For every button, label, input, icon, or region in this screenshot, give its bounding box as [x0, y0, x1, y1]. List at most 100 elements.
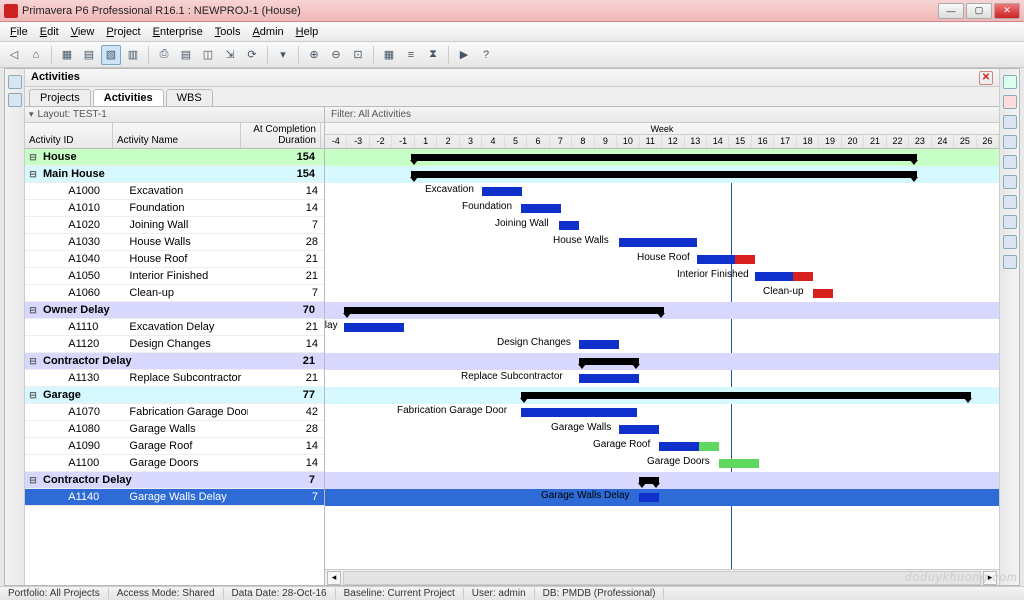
tab-wbs[interactable]: WBS	[166, 89, 213, 106]
report-icon[interactable]: ▤	[176, 45, 196, 65]
menu-help[interactable]: Help	[290, 24, 325, 40]
scroll-track[interactable]	[343, 571, 981, 585]
tab-activities[interactable]: Activities	[93, 89, 164, 106]
menu-admin[interactable]: Admin	[246, 24, 289, 40]
activity-row[interactable]: A1010Foundation14	[25, 200, 324, 217]
col-activity-name[interactable]: Activity Name	[113, 123, 241, 148]
timescale-header[interactable]: Week -4-3-2-1123456789101112131415161718…	[325, 123, 999, 149]
collapse-icon[interactable]: ⊟	[25, 475, 41, 486]
menu-edit[interactable]: Edit	[34, 24, 65, 40]
activity-row[interactable]: A1140Garage Walls Delay7	[25, 489, 324, 506]
collapse-icon[interactable]: ⊟	[25, 152, 41, 163]
activity-bar[interactable]	[579, 340, 619, 349]
delete-icon[interactable]	[1003, 95, 1017, 109]
activity-bar-secondary[interactable]	[793, 272, 813, 281]
collapse-icon[interactable]: ⊟	[25, 169, 41, 180]
menu-view[interactable]: View	[65, 24, 101, 40]
activity-row[interactable]: A1120Design Changes14	[25, 336, 324, 353]
gantt-row[interactable]: Garage Walls	[325, 421, 999, 438]
gantt-row[interactable]	[325, 353, 999, 370]
gantt-row[interactable]	[325, 149, 999, 166]
back-icon[interactable]: ◁	[4, 45, 24, 65]
gantt-row[interactable]: Foundation	[325, 200, 999, 217]
menu-tools[interactable]: Tools	[209, 24, 247, 40]
summary-bar[interactable]	[344, 307, 664, 314]
zoom-out-icon[interactable]: ⊖	[326, 45, 346, 65]
move-up-icon[interactable]	[1003, 235, 1017, 249]
activity-row[interactable]: A1050Interior Finished21	[25, 268, 324, 285]
activity-row[interactable]: A1080Garage Walls28	[25, 421, 324, 438]
activity-row[interactable]: A1000Excavation14	[25, 183, 324, 200]
filter-icon[interactable]: ▾	[273, 45, 293, 65]
codes-icon[interactable]	[1003, 195, 1017, 209]
activity-bar[interactable]	[813, 289, 833, 298]
gantt-row[interactable]	[325, 472, 999, 489]
zoom-in-icon[interactable]: ⊕	[304, 45, 324, 65]
layout-bar[interactable]: ▾ Layout: TEST-1	[25, 107, 324, 123]
schedule-icon[interactable]: ▶	[454, 45, 474, 65]
activity-row[interactable]: A1060Clean-up7	[25, 285, 324, 302]
print-icon[interactable]: ⎙	[154, 45, 174, 65]
progress-icon[interactable]: ⧗	[423, 45, 443, 65]
wbs-row[interactable]: ⊟Main House154	[25, 166, 324, 183]
gantt-row[interactable]: Replace Subcontractor	[325, 370, 999, 387]
gantt-icon[interactable]: ▧	[101, 45, 121, 65]
steps-icon[interactable]	[1003, 215, 1017, 229]
minimize-button[interactable]: —	[938, 3, 964, 19]
collapse-icon[interactable]: ⊟	[25, 305, 41, 316]
scroll-left-icon[interactable]: ◂	[327, 571, 341, 585]
activity-bar[interactable]	[619, 425, 659, 434]
move-down-icon[interactable]	[1003, 255, 1017, 269]
gantt-row[interactable]	[325, 302, 999, 319]
gantt-row[interactable]: Joining Wall	[325, 217, 999, 234]
cut-icon[interactable]	[1003, 115, 1017, 129]
columns-icon[interactable]: ▥	[123, 45, 143, 65]
table-header[interactable]: Activity ID Activity Name At Completion …	[25, 123, 324, 149]
activity-row[interactable]: A1110Excavation Delay21	[25, 319, 324, 336]
tab-projects[interactable]: Projects	[29, 89, 91, 106]
wbs-row[interactable]: ⊟Contractor Delay7	[25, 472, 324, 489]
refresh-icon[interactable]: ⟳	[242, 45, 262, 65]
gantt-row[interactable]: Design Changes	[325, 336, 999, 353]
activity-bar[interactable]	[482, 187, 522, 196]
summary-bar[interactable]	[521, 392, 971, 399]
add-icon[interactable]	[1003, 75, 1017, 89]
gantt-row[interactable]: House Roof	[325, 251, 999, 268]
gantt-row[interactable]: avation Delay	[325, 319, 999, 336]
copy-icon[interactable]	[1003, 135, 1017, 149]
paste-icon[interactable]	[1003, 155, 1017, 169]
filter-bar[interactable]: Filter: All Activities	[325, 107, 999, 123]
horizontal-scrollbar[interactable]: ◂ ▸	[325, 569, 999, 585]
view-icon[interactable]: ▤	[79, 45, 99, 65]
menu-enterprise[interactable]: Enterprise	[147, 24, 209, 40]
person-icon[interactable]	[8, 75, 22, 89]
activity-bar[interactable]	[719, 459, 759, 468]
gantt-row[interactable]: Fabrication Garage Door	[325, 404, 999, 421]
activity-bar[interactable]	[344, 323, 404, 332]
col-duration[interactable]: At Completion Duration	[241, 123, 321, 148]
gantt-row[interactable]: House Walls	[325, 234, 999, 251]
gantt-row[interactable]: Garage Walls Delay	[325, 489, 999, 506]
gantt-row[interactable]	[325, 387, 999, 404]
col-activity-id[interactable]: Activity ID	[25, 123, 113, 148]
folder-icon[interactable]	[8, 93, 22, 107]
activity-bar[interactable]	[755, 272, 793, 281]
export-icon[interactable]: ⇲	[220, 45, 240, 65]
activity-bar[interactable]	[521, 204, 561, 213]
panel-close-icon[interactable]: ✕	[979, 71, 993, 85]
activity-bar[interactable]	[521, 408, 637, 417]
wbs-row[interactable]: ⊟Owner Delay70	[25, 302, 324, 319]
activity-row[interactable]: A1040House Roof21	[25, 251, 324, 268]
activity-bar[interactable]	[619, 238, 697, 247]
activity-bar[interactable]	[639, 493, 659, 502]
activity-row[interactable]: A1100Garage Doors14	[25, 455, 324, 472]
gantt-row[interactable]: Garage Roof	[325, 438, 999, 455]
wbs-row[interactable]: ⊟Contractor Delay21	[25, 353, 324, 370]
activity-bar[interactable]	[579, 374, 639, 383]
gantt-row[interactable]: Excavation	[325, 183, 999, 200]
activity-row[interactable]: A1130Replace Subcontractor21	[25, 370, 324, 387]
gantt-row[interactable]	[325, 166, 999, 183]
activity-bar-secondary[interactable]	[699, 442, 719, 451]
menu-file[interactable]: File	[4, 24, 34, 40]
resources-icon[interactable]	[1003, 175, 1017, 189]
